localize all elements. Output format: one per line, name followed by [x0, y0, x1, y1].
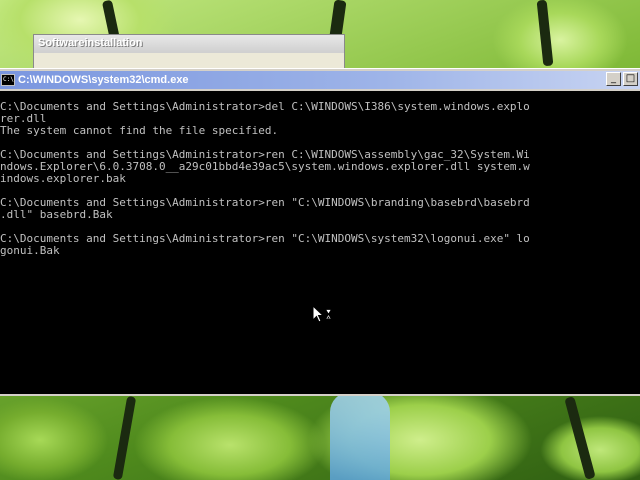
branch-decoration [112, 395, 137, 480]
cmd-window-title: C:\WINDOWS\system32\cmd.exe [18, 74, 189, 86]
console-line: C:\Documents and Settings\Administrator>… [0, 100, 530, 113]
branch-decoration [536, 0, 554, 67]
cmd-window[interactable]: C:\ C:\WINDOWS\system32\cmd.exe _ □ C:\D… [0, 68, 640, 396]
console-output[interactable]: C:\Documents and Settings\Administrator>… [0, 91, 640, 394]
sky-patch [330, 392, 390, 480]
console-line: .dll" basebrd.Bak [0, 208, 113, 221]
maximize-button[interactable]: □ [623, 72, 638, 86]
window-controls: _ □ [606, 72, 638, 86]
console-line: gonui.Bak [0, 244, 60, 257]
console-line: indows.explorer.bak [0, 172, 126, 185]
minimize-button[interactable]: _ [606, 72, 621, 86]
console-line: The system cannot find the file specifie… [0, 124, 279, 137]
arrow-hourglass-busy-cursor-icon [312, 305, 332, 323]
branch-decoration [564, 396, 596, 480]
software-installation-title: Softwareinstallation [34, 35, 344, 53]
console-app-icon[interactable]: C:\ [1, 74, 15, 86]
cmd-titlebar[interactable]: C:\ C:\WINDOWS\system32\cmd.exe _ □ [0, 71, 640, 89]
console-line: C:\Documents and Settings\Administrator>… [0, 232, 530, 245]
